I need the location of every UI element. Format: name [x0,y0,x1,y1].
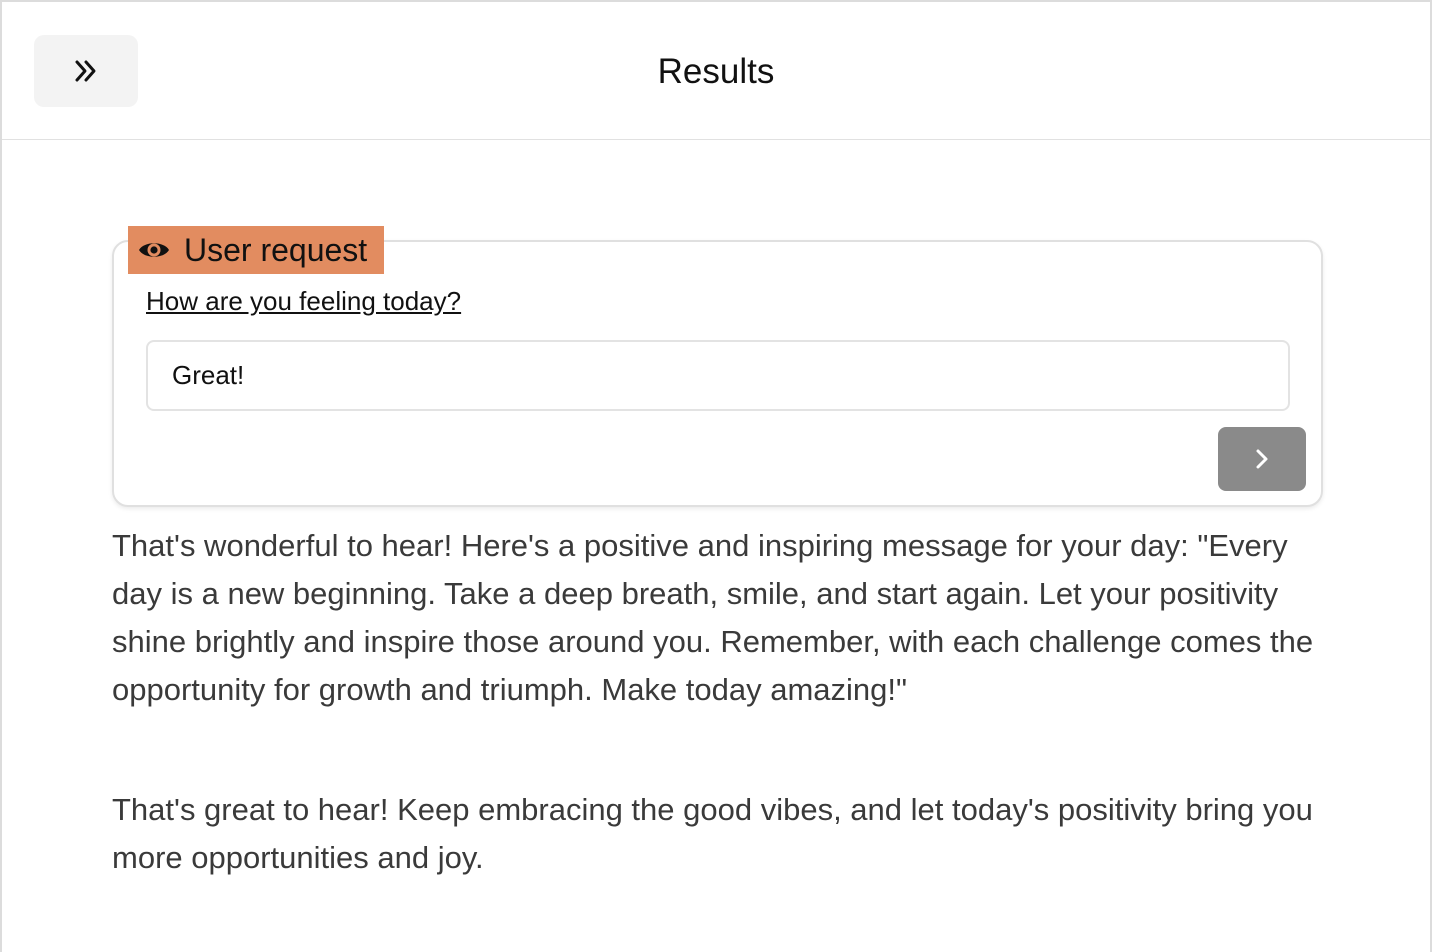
user-request-badge: User request [128,226,384,274]
eye-icon [139,243,169,257]
response-message: That's great to hear! Keep embracing the… [112,792,1313,875]
answer-input[interactable] [146,340,1290,411]
chevron-right-icon [1256,449,1268,469]
page-title: Results [657,52,775,91]
response-message: That's wonderful to hear! Here's a posit… [112,528,1314,707]
badge-label: User request [184,232,368,268]
question-label: How are you feeling today? [146,286,462,316]
header-bar: Results [2,2,1430,140]
results-window: Results User request How are you feeling… [0,0,1432,952]
submit-button[interactable] [1218,427,1306,491]
